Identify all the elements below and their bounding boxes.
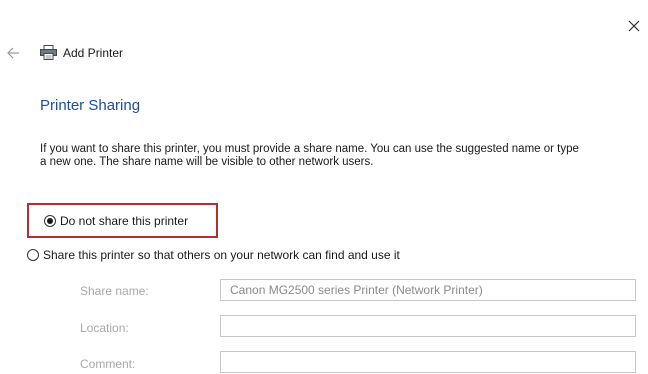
location-label: Location: (80, 321, 129, 335)
back-arrow-icon[interactable] (6, 46, 20, 60)
share-name-field[interactable] (220, 279, 636, 301)
share-name-label: Share name: (80, 284, 149, 298)
radio-unselected-icon[interactable] (27, 249, 39, 261)
description-line-2: a new one. The share name will be visibl… (40, 156, 374, 168)
location-field[interactable] (220, 315, 636, 337)
do-not-share-radio[interactable]: Do not share this printer (44, 214, 188, 228)
do-not-share-label[interactable]: Do not share this printer (60, 214, 188, 228)
page-title: Printer Sharing (40, 97, 141, 114)
description-line-1: If you want to share this printer, you m… (40, 143, 579, 155)
close-icon[interactable] (626, 18, 642, 34)
comment-label: Comment: (80, 357, 136, 371)
page-description: If you want to share this printer, you m… (40, 143, 640, 169)
printer-icon (40, 45, 57, 60)
share-printer-radio[interactable]: Share this printer so that others on you… (27, 248, 400, 262)
share-printer-label[interactable]: Share this printer so that others on you… (43, 248, 400, 262)
window-title: Add Printer (63, 46, 124, 60)
comment-field[interactable] (220, 351, 636, 373)
radio-selected-icon[interactable] (44, 215, 56, 227)
